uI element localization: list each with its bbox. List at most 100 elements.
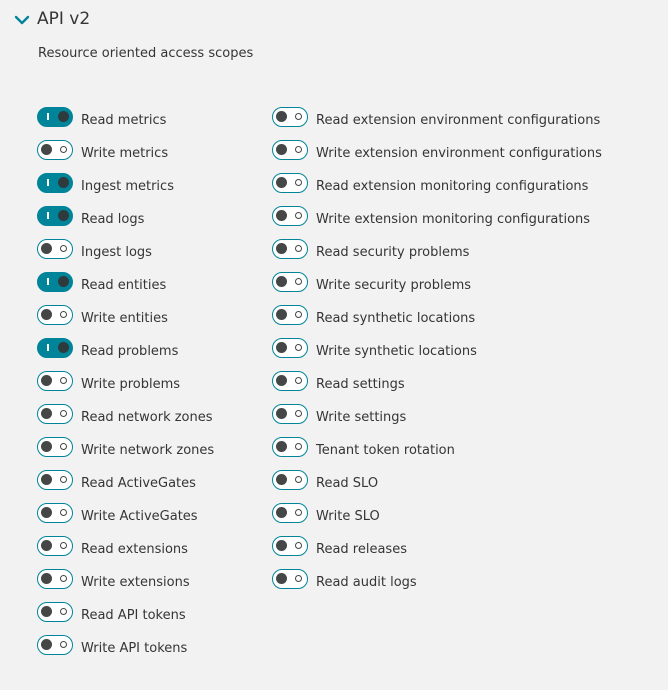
scope-label: Read synthetic locations: [316, 311, 476, 326]
scope-label: Write entities: [81, 311, 168, 326]
section-toggle[interactable]: API v2: [14, 9, 90, 29]
scope-toggle-write-extension-monitoring-configurations[interactable]: [272, 206, 308, 226]
scope-item-write-api-tokens[interactable]: Write API tokens: [37, 635, 214, 668]
scope-toggle-write-slo[interactable]: [272, 503, 308, 523]
toggle-off-mark-icon: [60, 476, 67, 483]
scope-toggle-write-activegates[interactable]: [37, 503, 73, 523]
scope-toggle-read-problems[interactable]: [37, 338, 73, 358]
scope-item-read-metrics[interactable]: Read metrics: [37, 107, 214, 140]
scope-toggle-write-network-zones[interactable]: [37, 437, 73, 457]
scope-toggle-write-security-problems[interactable]: [272, 272, 308, 292]
scope-item-tenant-token-rotation[interactable]: Tenant token rotation: [272, 437, 602, 470]
scope-item-read-audit-logs[interactable]: Read audit logs: [272, 569, 602, 602]
scope-item-read-settings[interactable]: Read settings: [272, 371, 602, 404]
scope-item-ingest-logs[interactable]: Ingest logs: [37, 239, 214, 272]
toggle-knob: [41, 144, 52, 155]
scope-item-read-extensions[interactable]: Read extensions: [37, 536, 214, 569]
scope-item-read-problems[interactable]: Read problems: [37, 338, 214, 371]
scope-toggle-read-metrics[interactable]: [37, 107, 73, 127]
scope-toggle-read-logs[interactable]: [37, 206, 73, 226]
toggle-knob: [276, 375, 287, 386]
scope-toggle-write-settings[interactable]: [272, 404, 308, 424]
scope-label: Read problems: [81, 344, 179, 359]
scope-toggle-read-settings[interactable]: [272, 371, 308, 391]
scope-label: Write ActiveGates: [81, 509, 198, 524]
toggle-off-mark-icon: [295, 179, 302, 186]
scope-item-read-security-problems[interactable]: Read security problems: [272, 239, 602, 272]
toggle-off-mark-icon: [60, 146, 67, 153]
scope-item-read-extension-monitoring-configurations[interactable]: Read extension monitoring configurations: [272, 173, 602, 206]
scope-item-read-api-tokens[interactable]: Read API tokens: [37, 602, 214, 635]
scope-item-write-synthetic-locations[interactable]: Write synthetic locations: [272, 338, 602, 371]
scope-item-write-entities[interactable]: Write entities: [37, 305, 214, 338]
scope-item-read-releases[interactable]: Read releases: [272, 536, 602, 569]
toggle-off-mark-icon: [60, 575, 67, 582]
scope-label: Write network zones: [81, 443, 215, 458]
toggle-knob: [276, 111, 287, 122]
toggle-knob: [41, 639, 52, 650]
toggle-off-mark-icon: [295, 476, 302, 483]
scope-toggle-read-extension-monitoring-configurations[interactable]: [272, 173, 308, 193]
scope-label: Read entities: [81, 278, 167, 293]
scope-label: Read releases: [316, 542, 407, 557]
scope-item-write-problems[interactable]: Write problems: [37, 371, 214, 404]
scope-item-write-activegates[interactable]: Write ActiveGates: [37, 503, 214, 536]
toggle-knob: [276, 507, 287, 518]
scope-item-read-network-zones[interactable]: Read network zones: [37, 404, 214, 437]
toggle-knob: [58, 111, 69, 122]
scope-toggle-write-extensions[interactable]: [37, 569, 73, 589]
scope-item-write-extension-environment-configurations[interactable]: Write extension environment configuratio…: [272, 140, 602, 173]
scope-toggle-read-security-problems[interactable]: [272, 239, 308, 259]
scope-toggle-tenant-token-rotation[interactable]: [272, 437, 308, 457]
toggle-knob: [58, 210, 69, 221]
scope-toggle-read-entities[interactable]: [37, 272, 73, 292]
toggle-off-mark-icon: [60, 410, 67, 417]
scope-item-write-security-problems[interactable]: Write security problems: [272, 272, 602, 305]
scope-label: Write extensions: [81, 575, 190, 590]
scope-item-write-slo[interactable]: Write SLO: [272, 503, 602, 536]
scope-item-read-slo[interactable]: Read SLO: [272, 470, 602, 503]
scope-item-write-extensions[interactable]: Write extensions: [37, 569, 214, 602]
scope-toggle-write-api-tokens[interactable]: [37, 635, 73, 655]
scope-item-write-settings[interactable]: Write settings: [272, 404, 602, 437]
scope-list-right: Read extension environment configuration…: [272, 107, 602, 602]
scope-toggle-write-metrics[interactable]: [37, 140, 73, 160]
scope-toggle-read-api-tokens[interactable]: [37, 602, 73, 622]
toggle-on-mark-icon: [47, 212, 49, 219]
toggle-off-mark-icon: [295, 311, 302, 318]
scope-item-read-logs[interactable]: Read logs: [37, 206, 214, 239]
scope-toggle-write-entities[interactable]: [37, 305, 73, 325]
scope-toggle-write-synthetic-locations[interactable]: [272, 338, 308, 358]
scope-label: Read extension environment configuration…: [316, 113, 601, 128]
scope-item-read-activegates[interactable]: Read ActiveGates: [37, 470, 214, 503]
scope-item-write-network-zones[interactable]: Write network zones: [37, 437, 214, 470]
scope-toggle-read-network-zones[interactable]: [37, 404, 73, 424]
scope-item-read-synthetic-locations[interactable]: Read synthetic locations: [272, 305, 602, 338]
scope-label: Read security problems: [316, 245, 470, 260]
scope-toggle-write-problems[interactable]: [37, 371, 73, 391]
toggle-knob: [276, 441, 287, 452]
scope-item-read-extension-environment-configurations[interactable]: Read extension environment configuration…: [272, 107, 602, 140]
toggle-knob: [58, 342, 69, 353]
toggle-knob: [41, 540, 52, 551]
toggle-knob: [58, 276, 69, 287]
scope-toggle-read-synthetic-locations[interactable]: [272, 305, 308, 325]
scope-toggle-read-audit-logs[interactable]: [272, 569, 308, 589]
scope-toggle-ingest-logs[interactable]: [37, 239, 73, 259]
scope-toggle-ingest-metrics[interactable]: [37, 173, 73, 193]
scope-label: Read metrics: [81, 113, 167, 128]
scope-label: Read network zones: [81, 410, 213, 425]
scope-item-write-extension-monitoring-configurations[interactable]: Write extension monitoring configuration…: [272, 206, 602, 239]
scope-item-read-entities[interactable]: Read entities: [37, 272, 214, 305]
scope-item-write-metrics[interactable]: Write metrics: [37, 140, 214, 173]
section-title: API v2: [37, 9, 91, 29]
toggle-off-mark-icon: [295, 146, 302, 153]
scope-toggle-write-extension-environment-configurations[interactable]: [272, 140, 308, 160]
scope-toggle-read-extensions[interactable]: [37, 536, 73, 556]
scope-toggle-read-activegates[interactable]: [37, 470, 73, 490]
scope-toggle-read-extension-environment-configurations[interactable]: [272, 107, 308, 127]
scope-toggle-read-slo[interactable]: [272, 470, 308, 490]
toggle-knob: [41, 606, 52, 617]
scope-item-ingest-metrics[interactable]: Ingest metrics: [37, 173, 214, 206]
scope-toggle-read-releases[interactable]: [272, 536, 308, 556]
